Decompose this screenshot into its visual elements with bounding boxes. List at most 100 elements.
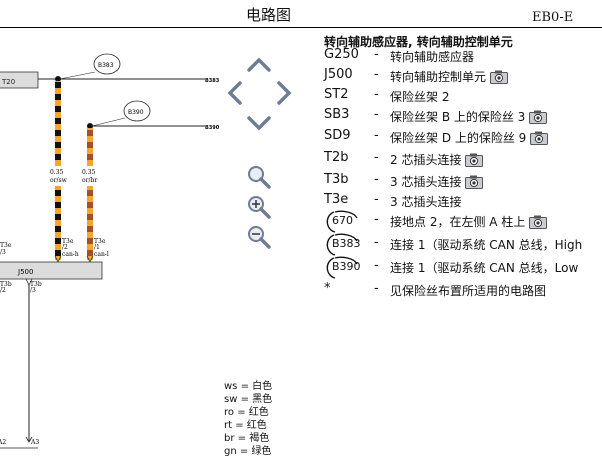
wire2-end-label: B390 [205,125,220,131]
pin-a-sub: /2 [62,244,68,251]
legend-dash: - [374,258,379,273]
legend-description: 转向辅助控制单元 [390,68,509,87]
legend-code: B390 [332,260,361,273]
page-title: 电路图 [246,6,292,24]
wire-a-size: 0.35 [50,169,64,176]
wire-color-codes: ws = 白色 sw = 黑色 ro = 红色 rt = 红色 br = 褐色 gn = … [224,380,272,458]
legend-description-text: 3 芯插头连接 [390,195,462,209]
legend-code: T2b [324,150,349,165]
legend-description-text: 保险丝架 B 上的保险丝 3 [390,110,526,124]
left-pin-sub: /3 [0,249,6,256]
legend-dash: - [374,107,379,122]
up-arrow-icon [247,57,271,72]
equals-sign: = [234,407,249,418]
legend-code: * [324,281,331,296]
wire-or-sw-lower [55,186,61,260]
equals-sign: = [234,433,250,444]
legend-dash: - [374,192,379,207]
zoom-in-icon [248,196,271,219]
pin-b-signal: can-l [94,251,109,258]
wire-a-color: or/sw [50,177,68,184]
top-left-box-label: T20 [1,78,15,86]
right-arrow-icon [277,81,292,105]
document-code: EB0-E [532,10,574,25]
color-abbr: sw [224,394,238,405]
connection-ring-icon: B390 [324,256,361,279]
legend-dash: - [374,150,379,165]
legend-description: 保险丝架 D 上的保险丝 9 [390,129,549,148]
zoom-out-icon [248,226,271,249]
legend-description-text: 连接 1（驱动系统 CAN 总线，High [390,238,583,252]
pan-down-button[interactable] [244,108,274,138]
legend-description: 2 芯插头连接 [390,151,484,170]
color-name: 绿色 [251,446,272,457]
legend-code: SB3 [324,107,350,122]
pan-up-button[interactable] [244,49,274,79]
color-abbr: gn [224,446,237,457]
zoom-in-button[interactable] [246,194,272,220]
color-code-item: sw = 黑色 [224,393,272,406]
color-code-item: gn = 绿色 [224,445,272,458]
legend-dash: - [374,281,379,296]
legend-description-text: 3 芯插头连接 [390,175,462,189]
wire1-end-label: B383 [205,78,220,84]
bottom-a3-label: A3 [30,439,39,446]
legend-description: 连接 1（驱动系统 CAN 总线，High [390,236,582,253]
color-abbr: rt [224,420,233,431]
left-pin-label: T3e [0,242,12,249]
color-code-item: ro = 红色 [224,406,272,419]
wire-or-sw-upper [55,81,61,166]
pan-right-button[interactable] [270,78,300,108]
zoom-fit-icon [248,166,271,189]
camera-icon[interactable] [490,70,509,87]
legend-description: 保险丝架 B 上的保险丝 3 [390,108,548,127]
wire-b-size: 0.35 [82,169,96,176]
legend-description-text: 转向辅助控制单元 [390,70,487,84]
bottom-a2-label: A2 [0,439,6,446]
color-code-item: br = 褐色 [224,432,272,445]
zoom-out-button[interactable] [246,224,272,250]
legend-code: SD9 [324,128,351,143]
legend-dash: - [374,128,379,143]
box-bottom-left-sub: /2 [0,287,6,294]
j500-label: J500 [17,268,33,276]
legend-description-text: 连接 1（驱动系统 CAN 总线，Low [390,261,579,275]
legend-dash: - [374,67,379,82]
pan-left-button[interactable] [219,78,249,108]
legend-description-text: 保险丝架 D 上的保险丝 9 [390,131,527,145]
legend-dash: - [374,87,379,102]
legend-description: 接地点 2，在左侧 A 柱上 [390,213,548,232]
legend-description-text: 转向辅助感应器 [390,50,475,64]
camera-icon[interactable] [529,110,548,127]
color-abbr: br [224,433,235,444]
color-abbr: ws [224,381,238,392]
pin-b-sub: /1 [94,244,100,251]
camera-icon[interactable] [530,131,549,148]
pin-a-signal: can-h [62,251,79,258]
legend-dash: - [374,172,379,187]
equals-sign: = [236,446,252,457]
down-arrow-icon [247,116,271,131]
camera-icon[interactable] [465,175,484,192]
legend-code: B383 [332,237,361,250]
legend-dash: - [374,212,379,227]
camera-icon[interactable] [529,215,548,232]
legend-description-text: 2 芯插头连接 [390,153,462,167]
legend-description: 3 芯插头连接 [390,193,461,210]
equals-sign: = [237,381,253,392]
wire-or-br-upper [87,128,93,166]
color-name: 褐色 [249,433,270,444]
equals-sign: = [237,394,253,405]
wire-or-br-lower [87,186,93,260]
connection-ring-icon: 670 [324,210,360,233]
legend-description: 保险丝架 2 [390,88,449,105]
legend-code: G250 [324,47,359,62]
wire-b-color: or/br [82,177,97,184]
bubble-b390-label: B390 [128,109,144,116]
box-bottom-pin-sub: /3 [30,287,36,294]
zoom-fit-button[interactable] [246,164,272,190]
camera-icon[interactable] [465,153,484,170]
color-abbr: ro [224,407,235,418]
color-name: 白色 [252,381,273,392]
legend-dash: - [374,235,379,250]
